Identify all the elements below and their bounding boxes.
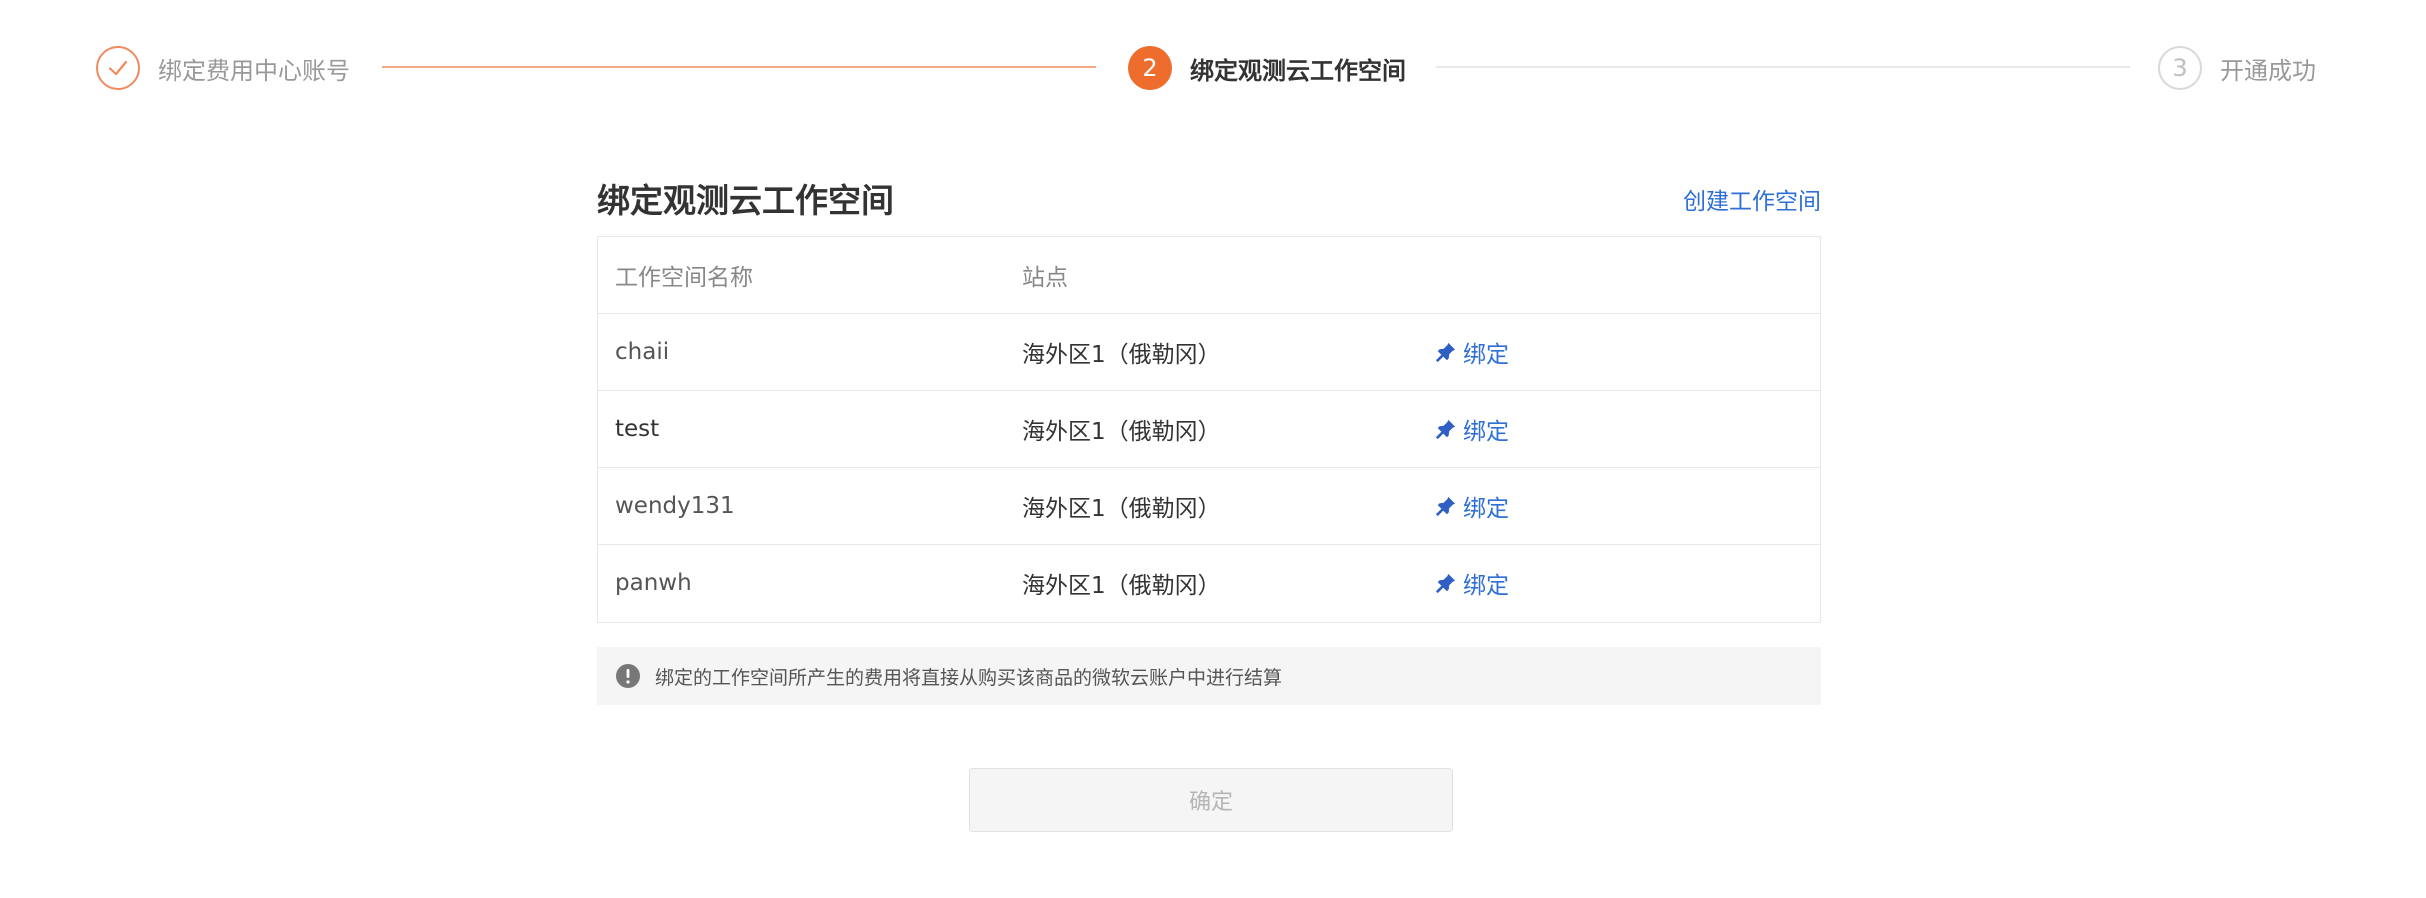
step-3: 3 开通成功 bbox=[2158, 44, 2316, 92]
pin-icon bbox=[1435, 419, 1456, 440]
workspace-site: 海外区1（俄勒冈） bbox=[1022, 419, 1221, 445]
confirm-button[interactable]: 确定 bbox=[969, 768, 1453, 832]
pin-icon bbox=[1435, 496, 1456, 517]
bind-button[interactable]: 绑定 bbox=[1435, 412, 1509, 446]
header-workspace-name: 工作空间名称 bbox=[615, 265, 753, 291]
workspace-site: 海外区1（俄勒冈） bbox=[1022, 573, 1221, 599]
step-3-label: 开通成功 bbox=[2220, 56, 2316, 85]
bind-label: 绑定 bbox=[1463, 419, 1509, 445]
workspace-name: wendy131 bbox=[615, 493, 735, 519]
workspace-name: chaii bbox=[615, 339, 670, 365]
notice-text: 绑定的工作空间所产生的费用将直接从购买该商品的微软云账户中进行结算 bbox=[655, 666, 1283, 689]
step-3-number: 3 bbox=[2158, 46, 2202, 90]
bind-button[interactable]: 绑定 bbox=[1435, 489, 1509, 523]
workspace-site: 海外区1（俄勒冈） bbox=[1022, 496, 1221, 522]
exclamation-icon bbox=[616, 664, 640, 688]
check-icon bbox=[96, 46, 140, 90]
step-1: 绑定费用中心账号 bbox=[96, 44, 350, 92]
pin-icon bbox=[1435, 342, 1456, 363]
workspace-name: test bbox=[615, 416, 660, 442]
bind-workspace-section: 绑定观测云工作空间 创建工作空间 工作空间名称 站点 chaii 海外区1（俄勒… bbox=[597, 170, 1821, 705]
table-row: panwh 海外区1（俄勒冈） 绑定 bbox=[598, 545, 1820, 622]
table-header-row: 工作空间名称 站点 bbox=[598, 237, 1820, 314]
pin-icon bbox=[1435, 573, 1456, 594]
table-row: chaii 海外区1（俄勒冈） 绑定 bbox=[598, 314, 1820, 391]
create-workspace-link[interactable]: 创建工作空间 bbox=[1683, 182, 1821, 216]
table-row: wendy131 海外区1（俄勒冈） 绑定 bbox=[598, 468, 1820, 545]
step-2: 2 绑定观测云工作空间 bbox=[1128, 44, 1406, 92]
step-connector-2 bbox=[1436, 66, 2130, 68]
step-connector-1 bbox=[382, 66, 1096, 68]
page: 绑定费用中心账号 2 绑定观测云工作空间 3 开通成功 绑定观测云工作空间 创建… bbox=[0, 0, 2426, 898]
step-indicator: 绑定费用中心账号 2 绑定观测云工作空间 3 开通成功 bbox=[96, 44, 2322, 92]
billing-notice: 绑定的工作空间所产生的费用将直接从购买该商品的微软云账户中进行结算 bbox=[597, 647, 1821, 705]
workspace-name: panwh bbox=[615, 570, 692, 596]
step-2-label: 绑定观测云工作空间 bbox=[1190, 56, 1406, 85]
table-row: test 海外区1（俄勒冈） 绑定 bbox=[598, 391, 1820, 468]
header-site: 站点 bbox=[1022, 265, 1068, 291]
bind-label: 绑定 bbox=[1463, 496, 1509, 522]
section-title: 绑定观测云工作空间 bbox=[597, 181, 894, 220]
step-1-label: 绑定费用中心账号 bbox=[158, 56, 350, 85]
workspace-site: 海外区1（俄勒冈） bbox=[1022, 342, 1221, 368]
bind-label: 绑定 bbox=[1463, 342, 1509, 368]
bind-button[interactable]: 绑定 bbox=[1435, 566, 1509, 600]
bind-label: 绑定 bbox=[1463, 573, 1509, 599]
bind-button[interactable]: 绑定 bbox=[1435, 335, 1509, 369]
workspace-table: 工作空间名称 站点 chaii 海外区1（俄勒冈） 绑定 test 海外区1（俄… bbox=[597, 236, 1821, 623]
step-2-number: 2 bbox=[1128, 46, 1172, 90]
section-header: 绑定观测云工作空间 创建工作空间 bbox=[597, 170, 1821, 230]
